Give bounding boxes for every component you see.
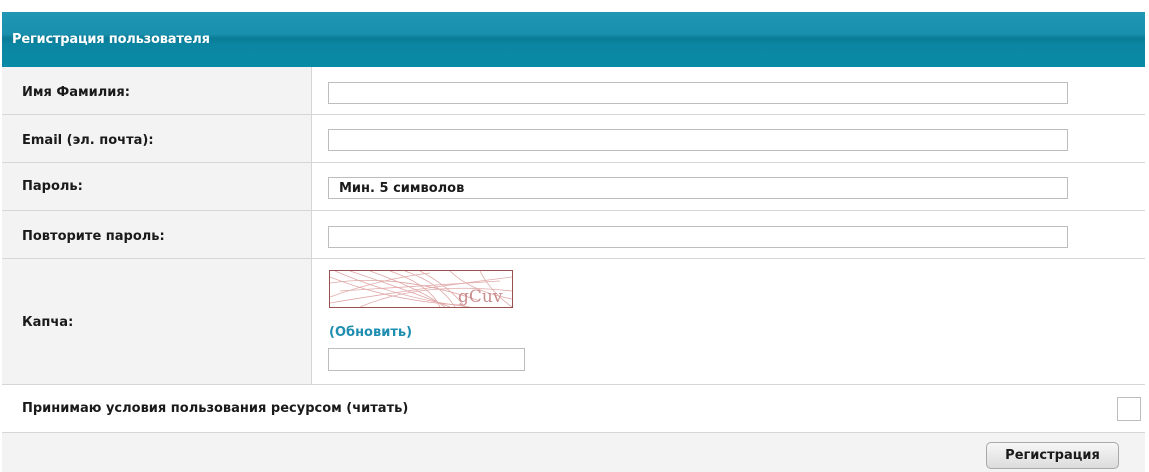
name-input[interactable] bbox=[328, 82, 1068, 104]
captcha-row: Капча: gCuv (Обновить) bbox=[2, 259, 1145, 385]
password-repeat-input[interactable] bbox=[328, 226, 1068, 248]
password-row: Пароль: bbox=[2, 163, 1145, 211]
email-row: Email (эл. почта): bbox=[2, 115, 1145, 163]
password-label-cell: Пароль: bbox=[2, 163, 312, 210]
captcha-label-cell: Капча: bbox=[2, 259, 312, 384]
email-label: Email (эл. почта): bbox=[22, 133, 154, 148]
registration-form: Регистрация пользователя Имя Фамилия: Em… bbox=[0, 0, 1149, 472]
captcha-image: gCuv bbox=[329, 270, 513, 308]
captcha-noise-graphic: gCuv bbox=[330, 271, 512, 307]
password-repeat-label-cell: Повторите пароль: bbox=[2, 211, 312, 258]
name-label: Имя Фамилия: bbox=[22, 85, 130, 100]
submit-row: Регистрация bbox=[2, 433, 1145, 472]
register-button[interactable]: Регистрация bbox=[986, 442, 1119, 469]
terms-label: Принимаю условия пользования ресурсом (ч… bbox=[22, 401, 409, 416]
name-label-cell: Имя Фамилия: bbox=[2, 67, 312, 114]
password-repeat-label: Повторите пароль: bbox=[22, 229, 165, 244]
password-label: Пароль: bbox=[22, 179, 83, 194]
password-input[interactable] bbox=[328, 177, 1068, 199]
captcha-refresh-link[interactable]: (Обновить) bbox=[329, 325, 412, 340]
terms-checkbox[interactable] bbox=[1117, 397, 1141, 421]
captcha-input[interactable] bbox=[328, 348, 525, 371]
name-row: Имя Фамилия: bbox=[2, 67, 1145, 115]
form-title: Регистрация пользователя bbox=[12, 32, 210, 47]
form-header: Регистрация пользователя bbox=[2, 12, 1145, 67]
email-input[interactable] bbox=[328, 129, 1068, 151]
captcha-label: Капча: bbox=[22, 315, 74, 330]
terms-row: Принимаю условия пользования ресурсом (ч… bbox=[2, 385, 1145, 433]
captcha-text: gCuv bbox=[458, 287, 503, 307]
email-label-cell: Email (эл. почта): bbox=[2, 115, 312, 162]
password-repeat-row: Повторите пароль: bbox=[2, 211, 1145, 259]
